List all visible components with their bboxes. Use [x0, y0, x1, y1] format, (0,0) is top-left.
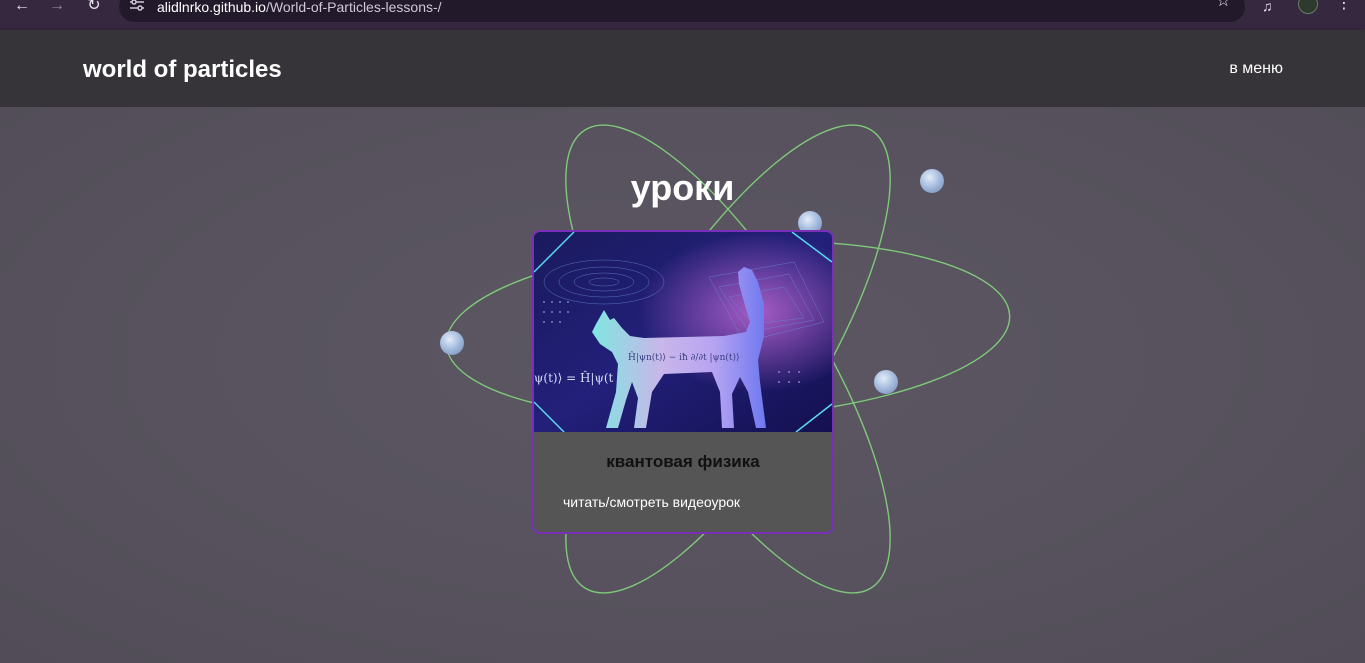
- media-control-icon[interactable]: ♫: [1262, 0, 1273, 13]
- lesson-card-link[interactable]: читать/смотреть видеоурок: [563, 494, 740, 510]
- url-text[interactable]: alidlnrko.github.io/World-of-Particles-l…: [157, 0, 442, 15]
- electron: [874, 370, 898, 394]
- forward-arrow-icon[interactable]: →: [44, 0, 70, 14]
- more-menu-icon[interactable]: ⋮: [1336, 0, 1352, 12]
- formula-side: ψ(t)⟩ = Ĥ|ψ(t: [534, 370, 614, 385]
- browser-toolbar: ← → ↻ alidlnrko.github.io/World-of-Parti…: [0, 0, 1365, 30]
- page-heading: уроки: [630, 167, 735, 208]
- lesson-card[interactable]: Ĥ|ψn(t)⟩ − iħ ∂/∂t |ψn(t)⟩ ψ(t)⟩ = Ĥ|ψ(t…: [532, 230, 834, 534]
- formula-main: Ĥ|ψn(t)⟩ − iħ ∂/∂t |ψn(t)⟩: [628, 351, 740, 363]
- electron: [440, 331, 464, 355]
- url-path: /World-of-Particles-lessons-/: [265, 0, 442, 15]
- lesson-card-title: квантовая физика: [606, 452, 760, 471]
- profile-avatar[interactable]: [1298, 0, 1318, 14]
- lesson-card-image[interactable]: Ĥ|ψn(t)⟩ − iħ ∂/∂t |ψn(t)⟩ ψ(t)⟩ = Ĥ|ψ(t: [534, 232, 832, 432]
- star-icon[interactable]: ☆: [1216, 0, 1231, 9]
- back-arrow-icon[interactable]: ←: [9, 0, 35, 14]
- site-header: world of particles в меню: [0, 30, 1365, 107]
- address-bar[interactable]: alidlnrko.github.io/World-of-Particles-l…: [119, 0, 1245, 22]
- main-content: уроки Ĥ|ψn(t)⟩ − iħ ∂/∂t |ψn(t)⟩ ψ(t)⟩ =…: [0, 107, 1365, 663]
- url-host: alidlnrko.github.io: [157, 0, 266, 15]
- menu-link[interactable]: в меню: [1229, 60, 1283, 78]
- reload-icon[interactable]: ↻: [81, 0, 107, 14]
- site-settings-icon[interactable]: [129, 0, 145, 11]
- site-title[interactable]: world of particles: [83, 56, 282, 84]
